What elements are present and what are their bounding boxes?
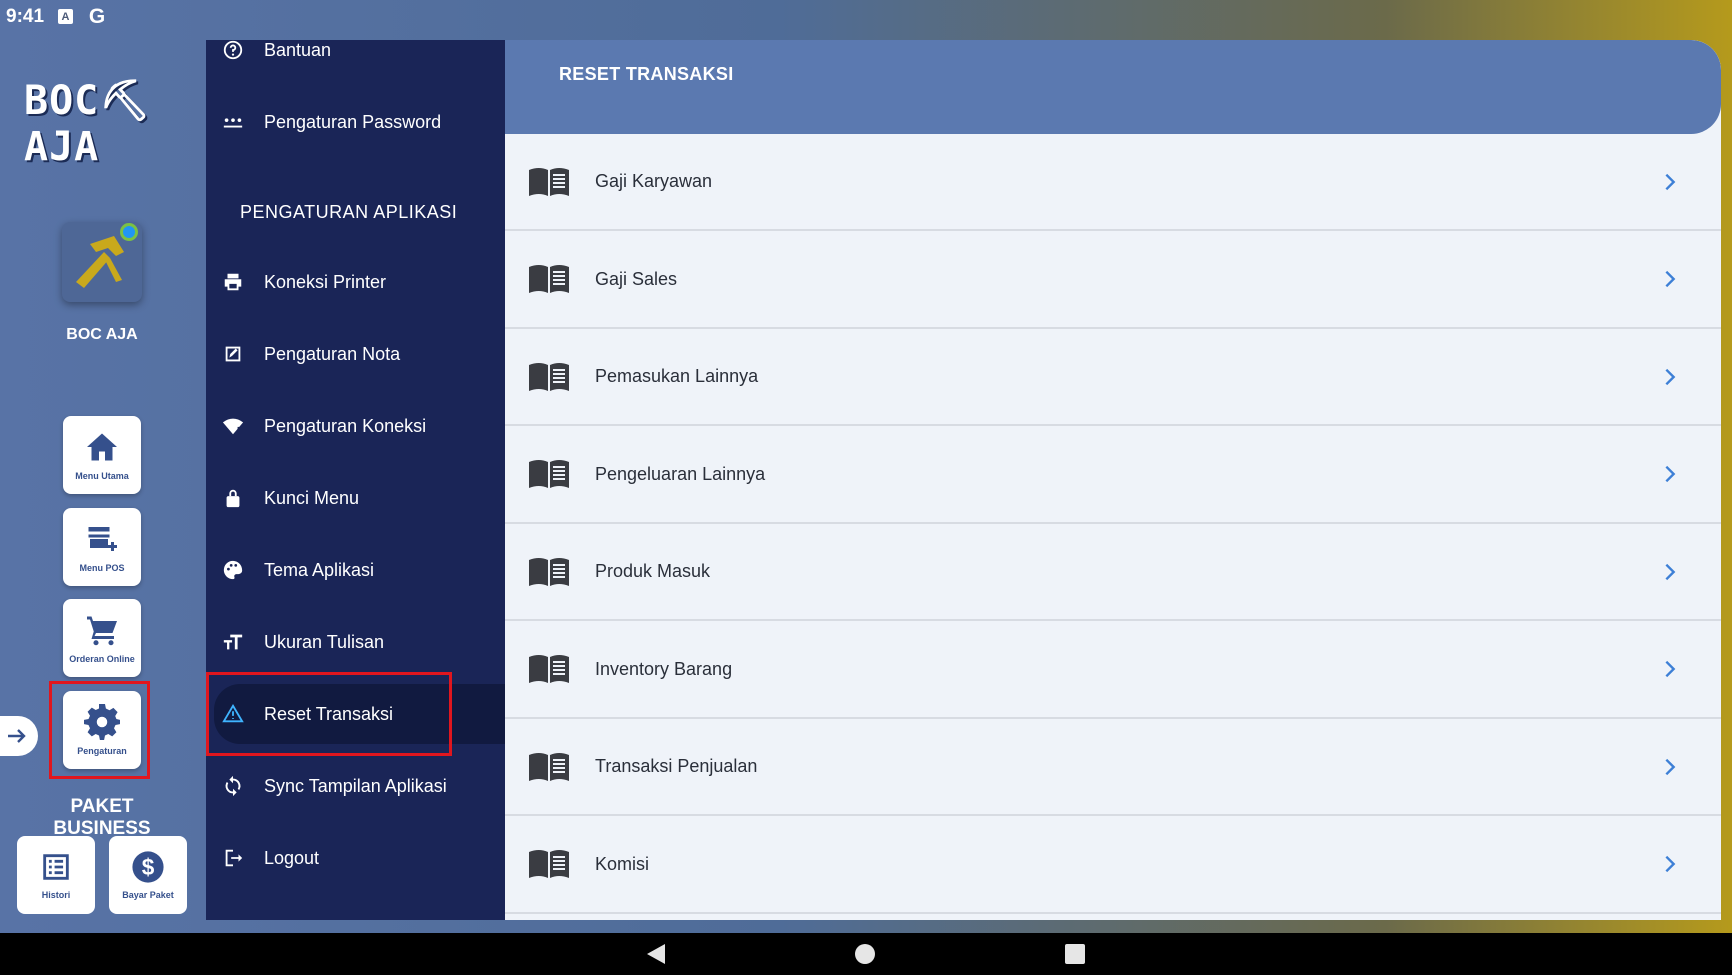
list-item[interactable]: Komisi: [505, 817, 1721, 914]
drawer-item-label: Pengaturan Koneksi: [264, 415, 427, 436]
paket-title: PAKET BUSINESS: [53, 796, 151, 839]
bayar-paket-button[interactable]: $ Bayar Paket: [109, 836, 187, 914]
online-status-dot: [120, 223, 138, 241]
book-icon: [529, 460, 569, 488]
status-time: 9:41: [6, 5, 45, 27]
book-icon: [529, 850, 569, 878]
book-icon: [529, 362, 569, 391]
home-icon: [87, 433, 117, 461]
list-item-label: Pengeluaran Lainnya: [595, 463, 766, 484]
chevron-right-icon: [1665, 465, 1676, 483]
expand-arrow-button[interactable]: [0, 716, 38, 756]
orderan-online-label: Orderan Online: [69, 654, 135, 664]
brand-name: BOC AJA: [66, 326, 138, 343]
pengaturan-highlight-box: [49, 681, 150, 779]
logout-icon: [220, 845, 246, 871]
list-icon: [43, 854, 69, 880]
help-icon: [220, 40, 246, 63]
lock-icon: [220, 485, 246, 511]
drawer-item-label: Tema Aplikasi: [264, 559, 375, 580]
drawer-item-label: Logout: [264, 847, 320, 868]
list-item-label: Transaksi Penjualan: [595, 756, 758, 776]
list-item-label: Produk Masuk: [595, 561, 711, 581]
drawer-item-pengaturan-nota[interactable]: Pengaturan Nota: [206, 324, 506, 384]
sync-icon: [220, 773, 246, 799]
chevron-right-icon: [1665, 368, 1676, 385]
book-icon: [529, 557, 569, 586]
home-circle-icon[interactable]: [855, 944, 875, 964]
chevron-right-icon: [1665, 660, 1676, 678]
drawer-item-label: Bantuan: [264, 40, 332, 60]
chevron-right-icon: [1665, 563, 1676, 580]
menu-utama-label: Menu Utama: [75, 471, 129, 481]
drawer-item-tema-aplikasi[interactable]: Tema Aplikasi: [206, 540, 506, 600]
list-item-label: Inventory Barang: [595, 658, 733, 679]
brand-logo: BOC⛏AJA: [24, 77, 152, 170]
back-icon[interactable]: [647, 944, 665, 964]
drawer-section-title: PENGATURAN APLIKASI: [240, 202, 458, 222]
drawer-item-label: Koneksi Printer: [264, 271, 387, 292]
menu-pos-button[interactable]: Menu POS: [63, 508, 141, 586]
drawer-item-label: Sync Tampilan Aplikasi: [264, 775, 447, 796]
list-item[interactable]: Produk Masuk: [505, 524, 1721, 621]
drawer-item-label: Kunci Menu: [264, 487, 360, 508]
reset-transaksi-panel: RESET TRANSAKSI Gaji Karyawan Gaji Sales P…: [505, 40, 1721, 920]
drawer-item-pengaturan-password[interactable]: Pengaturan Password: [206, 92, 506, 152]
list-item[interactable]: Transaksi Penjualan: [505, 719, 1721, 816]
list-item-label: Komisi: [595, 853, 650, 874]
dollar-icon: $: [132, 851, 164, 883]
list-item-label: Pemasukan Lainnya: [595, 366, 759, 386]
drawer-item-label: Pengaturan Nota: [264, 343, 401, 364]
reset-transaksi-highlight-box: [206, 672, 452, 756]
drawer-item-bantuan[interactable]: Bantuan: [206, 40, 506, 80]
list-item-label: Gaji Karyawan: [595, 171, 713, 191]
page-title: RESET TRANSAKSI: [559, 64, 734, 84]
orderan-online-button[interactable]: Orderan Online: [63, 599, 141, 677]
drawer-item-logout[interactable]: Logout: [206, 828, 506, 888]
chevron-right-icon: [1665, 270, 1676, 288]
settings-drawer: Bantuan Pengaturan Password PENGATURAN A…: [206, 40, 506, 920]
book-icon: [529, 752, 569, 781]
svg-text:$: $: [142, 854, 155, 880]
palette-icon: [220, 557, 246, 583]
printer-icon: [220, 269, 246, 295]
chevron-right-icon: [1665, 855, 1676, 873]
book-icon: [529, 265, 569, 293]
arrow-right-icon: [8, 729, 26, 743]
list-item-label: Gaji Sales: [595, 268, 678, 289]
list-item[interactable]: Pemasukan Lainnya: [505, 329, 1721, 426]
store-icon: [88, 527, 117, 551]
list-item[interactable]: Pengeluaran Lainnya: [505, 427, 1721, 524]
app-a-icon: A: [58, 9, 74, 24]
system-navbar: [0, 933, 1732, 975]
drawer-item-label: Ukuran Tulisan: [264, 631, 385, 652]
list-item[interactable]: Gaji Sales: [505, 232, 1721, 329]
drawer-item-ukuran-tulisan[interactable]: Ukuran Tulisan: [206, 612, 506, 672]
drawer-item-koneksi-printer[interactable]: Koneksi Printer: [206, 252, 506, 312]
password-icon: [220, 109, 246, 135]
drawer-item-kunci-menu[interactable]: Kunci Menu: [206, 468, 506, 528]
text-size-icon: [220, 629, 246, 655]
chevron-right-icon: [1665, 758, 1676, 775]
drawer-item-label: Pengaturan Password: [264, 111, 442, 132]
menu-utama-button[interactable]: Menu Utama: [63, 416, 141, 494]
menu-pos-label: Menu POS: [79, 563, 125, 573]
list-item[interactable]: Inventory Barang: [505, 622, 1721, 719]
list-item[interactable]: Gaji Karyawan: [505, 134, 1721, 231]
histori-label: Histori: [41, 890, 71, 900]
drawer-item-sync-tampilan[interactable]: Sync Tampilan Aplikasi: [206, 756, 506, 816]
google-icon: G: [88, 4, 106, 28]
status-bar: 9:41 A G: [0, 0, 1732, 33]
drawer-item-pengaturan-koneksi[interactable]: Pengaturan Koneksi: [206, 396, 506, 456]
histori-button[interactable]: Histori: [17, 836, 95, 914]
chevron-right-icon: [1665, 173, 1676, 190]
book-icon: [529, 167, 569, 196]
cart-icon: [87, 616, 117, 646]
note-edit-icon: [220, 341, 246, 367]
book-icon: [529, 655, 569, 683]
bayar-paket-label: Bayar Paket: [122, 890, 174, 900]
panel-header: RESET TRANSAKSI: [505, 40, 1721, 134]
wifi-icon: [220, 413, 246, 439]
recents-icon[interactable]: [1065, 944, 1085, 964]
